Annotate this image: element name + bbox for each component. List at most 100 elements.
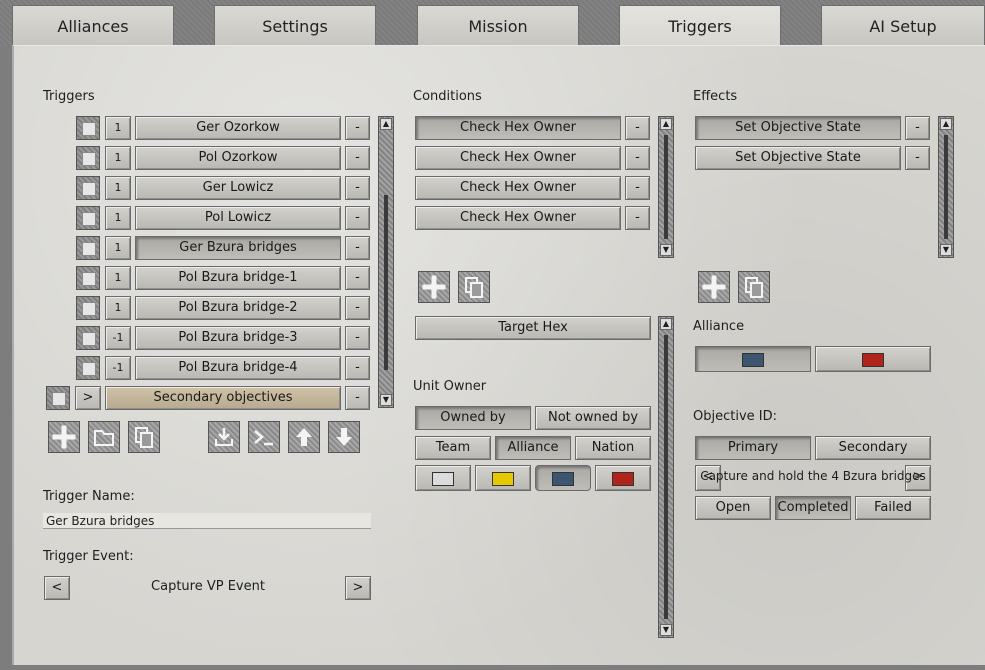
trigger-count[interactable]: 1 <box>105 296 131 320</box>
remove-condition-button[interactable]: - <box>625 176 650 200</box>
event-prev-button[interactable]: < <box>44 576 70 600</box>
effect-item[interactable]: Set Objective State <box>695 146 901 170</box>
nation-button[interactable]: Nation <box>575 436 651 460</box>
scroll-down-icon[interactable]: ▼ <box>940 244 952 256</box>
remove-trigger-button[interactable]: - <box>345 176 370 200</box>
scroll-track[interactable] <box>664 335 668 619</box>
remove-effect-button[interactable]: - <box>905 116 930 140</box>
scroll-down-icon[interactable]: ▼ <box>380 394 392 406</box>
tab-alliances[interactable]: Alliances <box>12 5 174 45</box>
state-failed-button[interactable]: Failed <box>855 496 931 520</box>
remove-trigger-button[interactable]: - <box>345 266 370 290</box>
trigger-item[interactable]: Pol Lowicz <box>135 206 341 230</box>
trigger-count[interactable]: 1 <box>105 116 131 140</box>
tab-triggers[interactable]: Triggers <box>619 5 781 47</box>
event-next-button[interactable]: > <box>345 576 371 600</box>
condition-item[interactable]: Check Hex Owner <box>415 206 621 230</box>
team-button[interactable]: Team <box>415 436 491 460</box>
expand-group-button[interactable]: > <box>75 386 101 410</box>
owner-color-blue-button[interactable] <box>535 465 591 491</box>
trigger-item[interactable]: Pol Ozorkow <box>135 146 341 170</box>
owner-color-red-button[interactable] <box>595 465 651 491</box>
owner-color-white-button[interactable] <box>415 465 471 491</box>
scroll-up-icon[interactable]: ▲ <box>660 318 672 330</box>
scroll-down-icon[interactable]: ▼ <box>660 244 672 256</box>
scroll-up-icon[interactable]: ▲ <box>380 118 392 130</box>
owned-by-button[interactable]: Owned by <box>415 406 531 430</box>
remove-condition-button[interactable]: - <box>625 116 650 140</box>
scroll-track[interactable] <box>384 195 388 370</box>
copy-effect-button[interactable] <box>738 271 770 303</box>
copy-condition-button[interactable] <box>458 271 490 303</box>
trigger-count[interactable]: -1 <box>105 356 131 380</box>
not-owned-by-button[interactable]: Not owned by <box>535 406 651 430</box>
add-trigger-button[interactable] <box>48 421 80 453</box>
alliance-button[interactable]: Alliance <box>495 436 571 460</box>
add-condition-button[interactable] <box>418 271 450 303</box>
trigger-enable-checkbox[interactable] <box>76 236 100 260</box>
scroll-track[interactable] <box>944 135 948 239</box>
primary-button[interactable]: Primary <box>695 436 811 460</box>
alliance-blue-button[interactable] <box>695 346 811 372</box>
effect-item-selected[interactable]: Set Objective State <box>695 116 901 140</box>
remove-condition-button[interactable]: - <box>625 206 650 230</box>
state-completed-button[interactable]: Completed <box>775 496 851 520</box>
secondary-button[interactable]: Secondary <box>815 436 931 460</box>
conditions-scrollbar[interactable]: ▲ ▼ <box>658 116 674 258</box>
trigger-enable-checkbox[interactable] <box>76 146 100 170</box>
script-button[interactable] <box>248 421 280 453</box>
copy-trigger-button[interactable] <box>128 421 160 453</box>
add-group-button[interactable] <box>88 421 120 453</box>
trigger-enable-checkbox[interactable] <box>76 266 100 290</box>
remove-trigger-button[interactable]: - <box>345 116 370 140</box>
scroll-down-icon[interactable]: ▼ <box>660 624 672 636</box>
trigger-item-selected[interactable]: Ger Bzura bridges <box>135 236 341 260</box>
trigger-group-item[interactable]: Secondary objectives <box>105 386 341 410</box>
condition-item[interactable]: Check Hex Owner <box>415 146 621 170</box>
trigger-count[interactable]: 1 <box>105 146 131 170</box>
add-effect-button[interactable] <box>698 271 730 303</box>
triggers-scrollbar[interactable]: ▲ ▼ <box>378 116 394 408</box>
import-button[interactable] <box>208 421 240 453</box>
trigger-item[interactable]: Pol Bzura bridge-2 <box>135 296 341 320</box>
move-down-button[interactable] <box>328 421 360 453</box>
remove-trigger-button[interactable]: - <box>345 206 370 230</box>
state-open-button[interactable]: Open <box>695 496 771 520</box>
remove-trigger-button[interactable]: - <box>345 356 370 380</box>
trigger-count[interactable]: 1 <box>105 176 131 200</box>
target-hex-button[interactable]: Target Hex <box>415 316 651 340</box>
trigger-item[interactable]: Pol Bzura bridge-4 <box>135 356 341 380</box>
trigger-enable-checkbox[interactable] <box>76 296 100 320</box>
trigger-enable-checkbox[interactable] <box>76 116 100 140</box>
tab-settings[interactable]: Settings <box>214 5 376 45</box>
tab-mission[interactable]: Mission <box>417 5 579 45</box>
trigger-count[interactable]: 1 <box>105 266 131 290</box>
alliance-red-button[interactable] <box>815 346 931 372</box>
condition-params-scrollbar[interactable]: ▲ ▼ <box>658 316 674 638</box>
trigger-count[interactable]: -1 <box>105 326 131 350</box>
trigger-item[interactable]: Ger Ozorkow <box>135 116 341 140</box>
remove-trigger-button[interactable]: - <box>345 146 370 170</box>
trigger-name-field[interactable]: Ger Bzura bridges <box>43 513 371 529</box>
trigger-enable-checkbox[interactable] <box>76 176 100 200</box>
owner-color-yellow-button[interactable] <box>475 465 531 491</box>
remove-effect-button[interactable]: - <box>905 146 930 170</box>
trigger-item[interactable]: Pol Bzura bridge-3 <box>135 326 341 350</box>
scroll-up-icon[interactable]: ▲ <box>660 118 672 130</box>
remove-trigger-button[interactable]: - <box>345 236 370 260</box>
remove-group-button[interactable]: - <box>345 386 370 410</box>
remove-trigger-button[interactable]: - <box>345 296 370 320</box>
trigger-count[interactable]: 1 <box>105 236 131 260</box>
trigger-enable-checkbox[interactable] <box>76 206 100 230</box>
scroll-up-icon[interactable]: ▲ <box>940 118 952 130</box>
group-enable-checkbox[interactable] <box>46 386 70 410</box>
tab-ai-setup[interactable]: AI Setup <box>821 5 985 45</box>
remove-condition-button[interactable]: - <box>625 146 650 170</box>
condition-item[interactable]: Check Hex Owner <box>415 176 621 200</box>
trigger-enable-checkbox[interactable] <box>76 356 100 380</box>
trigger-item[interactable]: Pol Bzura bridge-1 <box>135 266 341 290</box>
move-up-button[interactable] <box>288 421 320 453</box>
condition-item-selected[interactable]: Check Hex Owner <box>415 116 621 140</box>
effects-scrollbar[interactable]: ▲ ▼ <box>938 116 954 258</box>
scroll-track[interactable] <box>664 135 668 239</box>
